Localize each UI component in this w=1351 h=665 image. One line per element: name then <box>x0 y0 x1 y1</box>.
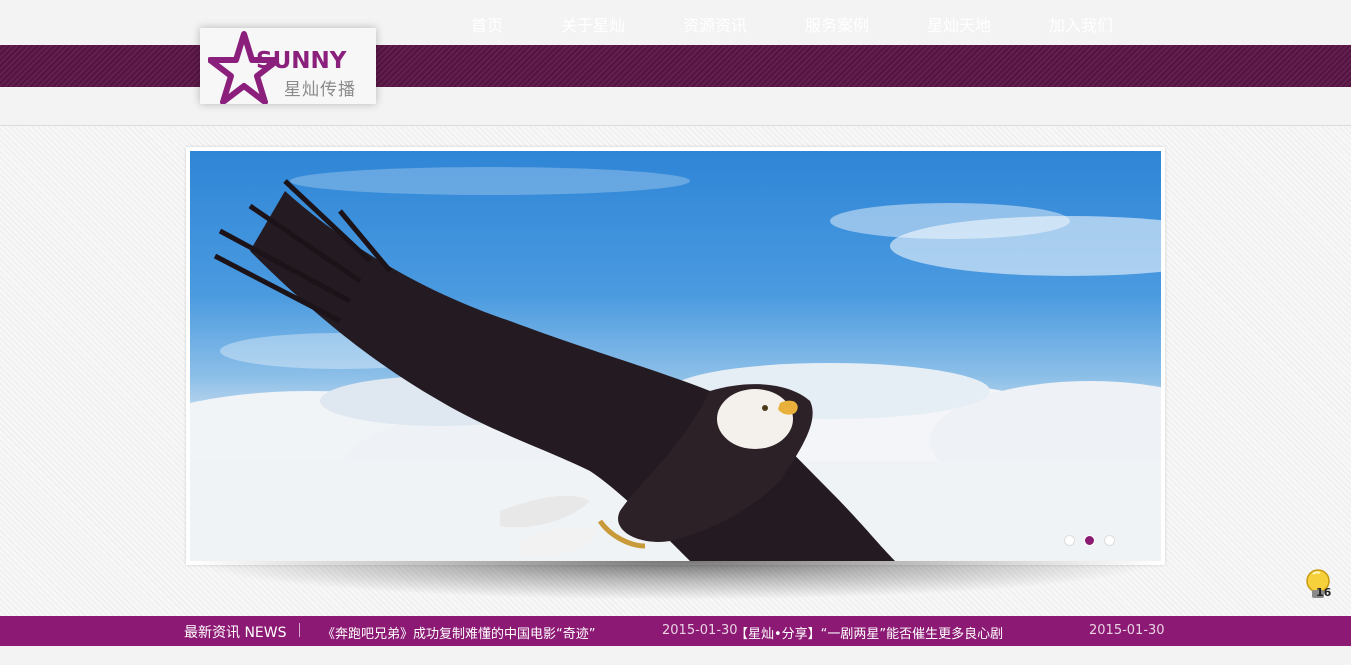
news-divider <box>299 623 300 637</box>
slider-dot-1[interactable] <box>1064 535 1075 546</box>
logo[interactable]: SUNNY 星灿传播 <box>200 28 376 104</box>
slider-shadow <box>186 560 1165 600</box>
eagle-image <box>190 167 1161 561</box>
news-date-2: 2015-01-30 <box>1089 623 1165 638</box>
news-item-1[interactable]: 《奔跑吧兄弟》成功复制难懂的中国电影“奇迹” <box>322 623 595 642</box>
nav-item-home[interactable]: 首页 <box>471 12 503 36</box>
news-item-2[interactable]: 【星灿•分享】“一剧两星”能否催生更多良心剧 <box>735 623 1003 642</box>
nav-item-join[interactable]: 加入我们 <box>1049 12 1113 36</box>
slider-dot-3[interactable] <box>1104 535 1115 546</box>
logo-text-cn: 星灿传播 <box>284 80 356 100</box>
news-date-1: 2015-01-30 <box>662 623 738 638</box>
nav-item-world[interactable]: 星灿天地 <box>927 12 991 36</box>
nav-item-resources[interactable]: 资源资讯 <box>683 12 747 36</box>
slider-dots <box>1064 535 1115 546</box>
footer-strip <box>0 646 1351 665</box>
bulb-count: 16 <box>1316 586 1332 599</box>
slider-dot-2[interactable] <box>1084 535 1095 546</box>
banner-image[interactable] <box>190 151 1161 561</box>
nav-item-cases[interactable]: 服务案例 <box>805 12 869 36</box>
nav-item-about[interactable]: 关于星灿 <box>561 12 625 36</box>
news-title: 最新资讯 NEWS <box>184 625 287 641</box>
logo-text-en: SUNNY <box>256 48 347 74</box>
